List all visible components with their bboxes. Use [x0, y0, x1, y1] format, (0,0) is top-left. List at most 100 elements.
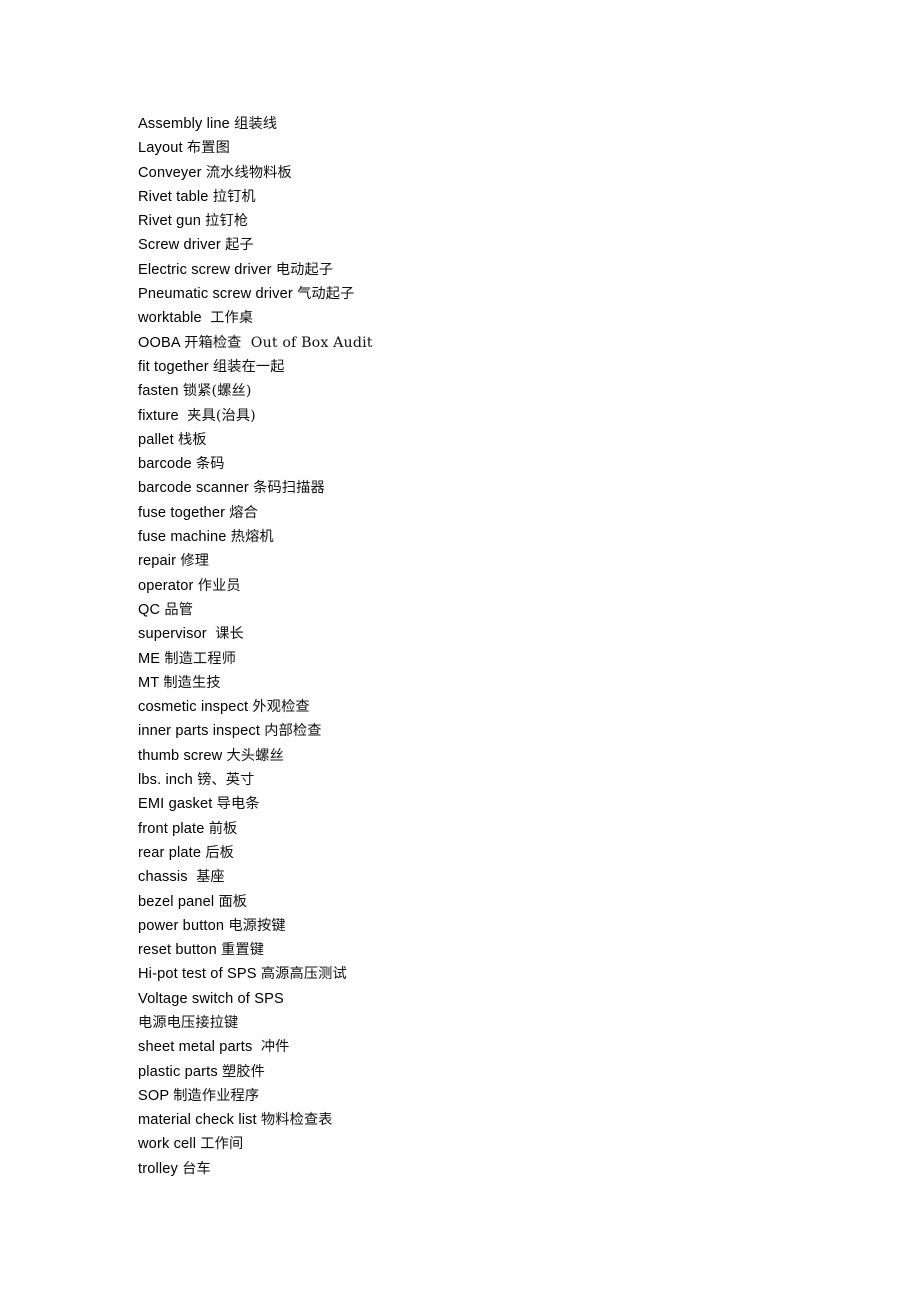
- glossary-term-chinese: 制造生技: [163, 674, 221, 691]
- glossary-term-chinese: 起子: [225, 237, 254, 254]
- glossary-entry: pallet 栈板: [138, 428, 838, 452]
- glossary-term-chinese: 台车: [182, 1160, 211, 1177]
- glossary-term-chinese: 锁紧(螺丝): [182, 383, 252, 400]
- glossary-entry: fixture 夹具(治具): [138, 404, 838, 428]
- glossary-entry: plastic parts 塑胶件: [138, 1060, 838, 1084]
- glossary-term-english: fasten: [138, 383, 179, 400]
- glossary-term-english: fuse together: [138, 504, 226, 521]
- glossary-term-chinese: 气动起子: [297, 286, 355, 303]
- glossary-term-chinese: 工作间: [200, 1136, 244, 1153]
- glossary-entry: SOP 制造作业程序: [138, 1084, 838, 1108]
- glossary-term-chinese: 导电条: [216, 796, 260, 813]
- glossary-term-gap: [188, 869, 196, 885]
- glossary-entry: barcode 条码: [138, 452, 838, 476]
- glossary-term-english: fit together: [138, 358, 209, 375]
- glossary-entry: OOBA 开箱检查 Out of Box Audit: [138, 331, 838, 355]
- glossary-term-chinese: 组装线: [234, 116, 278, 132]
- glossary-term-english: Pneumatic screw driver: [138, 286, 293, 303]
- glossary-term-english: bezel panel: [138, 893, 215, 910]
- glossary-term-chinese: 栈板: [177, 431, 207, 448]
- glossary-entry: repair 修理: [138, 549, 838, 573]
- glossary-term-english: plastic parts: [138, 1063, 218, 1080]
- glossary-entry: Conveyer 流水线物料板: [138, 161, 838, 185]
- glossary-term-chinese: 热熔机: [230, 529, 274, 546]
- glossary-entry: chassis 基座: [138, 865, 838, 889]
- glossary-term-chinese: 拉钉机: [212, 188, 256, 205]
- glossary-entry: power button 电源按键: [138, 914, 838, 938]
- glossary-entry: ME 制造工程师: [138, 647, 838, 671]
- glossary-entry: material check list 物料检查表: [138, 1108, 838, 1132]
- glossary-entry: sheet metal parts 冲件: [138, 1035, 838, 1059]
- glossary-term-english: power button: [138, 917, 225, 934]
- glossary-term-chinese: 条码: [195, 456, 225, 473]
- glossary-entry: reset button 重置键: [138, 938, 838, 962]
- glossary-term-chinese: 夹具(治具): [187, 407, 256, 424]
- glossary-entry: thumb screw 大头螺丝: [138, 744, 838, 768]
- glossary-term-chinese: 布置图: [186, 140, 230, 157]
- glossary-term-english: pallet: [138, 431, 174, 448]
- glossary-term-english: Assembly line: [138, 116, 230, 132]
- glossary-term-chinese: 电源按键: [228, 917, 286, 934]
- glossary-term-english: supervisor: [138, 626, 207, 643]
- glossary-term-chinese: 前板: [208, 820, 238, 837]
- glossary-term-gap: [207, 626, 215, 642]
- glossary-entry: operator 作业员: [138, 574, 838, 598]
- glossary-entry: bezel panel 面板: [138, 890, 838, 914]
- glossary-entry: 电源电压接拉键: [138, 1011, 838, 1035]
- glossary-term-chinese: 课长: [215, 626, 244, 643]
- glossary-term-english: Voltage switch of SPS: [138, 990, 284, 1007]
- glossary-term-chinese: 拉钉枪: [205, 213, 249, 230]
- glossary-term-english: sheet metal parts: [138, 1039, 253, 1056]
- glossary-entry: Electric screw driver 电动起子: [138, 258, 838, 282]
- glossary-term-chinese: 物料检查表: [260, 1112, 333, 1129]
- glossary-entry: Hi-pot test of SPS 高源高压测试: [138, 962, 838, 986]
- glossary-entry: MT 制造生技: [138, 671, 838, 695]
- glossary-term-chinese: 镑、英寸: [197, 772, 255, 789]
- glossary-term-chinese: 大头螺丝: [226, 747, 284, 764]
- glossary-entry-list: Assembly line 组装线 Layout 布置图 Conveyer 流水线物…: [138, 112, 838, 1181]
- glossary-term-chinese: 冲件: [260, 1039, 290, 1056]
- glossary-term-chinese: 面板: [218, 893, 248, 910]
- glossary-term-english: Screw driver: [138, 237, 221, 254]
- glossary-term-english: rear plate: [138, 844, 202, 861]
- glossary-term-english: QC: [138, 601, 161, 618]
- glossary-entry: Layout 布置图: [138, 136, 838, 160]
- glossary-term-gap: [179, 408, 187, 424]
- glossary-term-english: Rivet table: [138, 188, 209, 205]
- glossary-term-chinese: 条码扫描器: [253, 480, 325, 497]
- glossary-term-english: Conveyer: [138, 164, 202, 181]
- glossary-entry: fasten 锁紧(螺丝): [138, 379, 838, 403]
- glossary-term-chinese: 电源电压接拉键: [138, 1014, 239, 1031]
- document-page: Assembly line 组装线 Layout 布置图 Conveyer 流水线物…: [0, 0, 920, 1302]
- glossary-entry: supervisor 课长: [138, 622, 838, 646]
- glossary-term-english: OOBA: [138, 334, 180, 351]
- glossary-entry: lbs. inch 镑、英寸: [138, 768, 838, 792]
- glossary-entry: trolley 台车: [138, 1157, 838, 1181]
- glossary-entry: QC 品管: [138, 598, 838, 622]
- glossary-term-english: chassis: [138, 869, 188, 886]
- glossary-entry: barcode scanner 条码扫描器: [138, 476, 838, 500]
- glossary-entry: work cell 工作间: [138, 1132, 838, 1156]
- glossary-term-chinese: 外观检查: [252, 699, 310, 716]
- glossary-term-english: Rivet gun: [138, 213, 201, 230]
- glossary-term-english: trolley: [138, 1160, 178, 1177]
- glossary-term-chinese: 制造工程师: [164, 650, 237, 667]
- glossary-term-english: repair: [138, 553, 177, 570]
- glossary-term-english: lbs. inch: [138, 772, 193, 789]
- glossary-term-english: front plate: [138, 820, 205, 837]
- glossary-term-chinese: 电动起子: [275, 261, 334, 278]
- glossary-term-english: barcode scanner: [138, 480, 249, 497]
- glossary-term-english: fixture: [138, 407, 179, 424]
- glossary-entry: Pneumatic screw driver 气动起子: [138, 282, 838, 306]
- glossary-term-chinese: 组装在一起: [212, 358, 285, 375]
- glossary-term-english: EMI gasket: [138, 796, 213, 813]
- glossary-term-chinese: 塑胶件: [221, 1063, 265, 1080]
- glossary-term-english: operator: [138, 577, 194, 594]
- glossary-term-english: Electric screw driver: [138, 261, 272, 278]
- glossary-term-chinese: 重置键: [221, 942, 265, 959]
- glossary-term-english: cosmetic inspect: [138, 699, 249, 716]
- glossary-term-english: ME: [138, 650, 161, 667]
- glossary-term-chinese: 熔合: [229, 504, 258, 521]
- glossary-term-english: fuse machine: [138, 529, 227, 546]
- glossary-term-chinese: 内部检查: [264, 723, 322, 740]
